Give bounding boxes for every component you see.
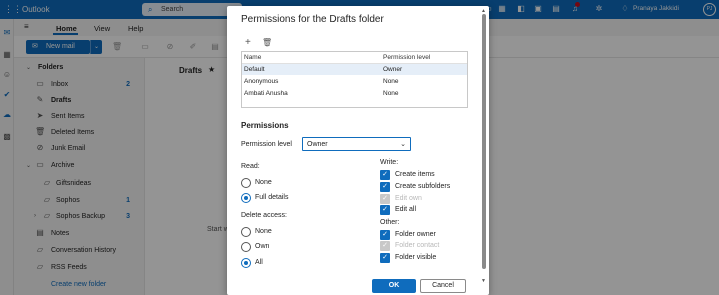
- read-full-details-radio[interactable]: [241, 193, 251, 203]
- read-none-label: None: [255, 179, 272, 186]
- row-level: None: [383, 90, 399, 97]
- table-row[interactable]: Default Owner: [242, 64, 467, 75]
- scroll-down-icon[interactable]: ▼: [481, 278, 486, 284]
- column-header-name: Name: [244, 54, 262, 61]
- edit-all-checkbox[interactable]: ✓: [380, 205, 390, 215]
- ok-button[interactable]: OK: [372, 279, 416, 293]
- create-subfolders-label: Create subfolders: [395, 183, 451, 190]
- delete-all-radio[interactable]: [241, 258, 251, 268]
- delete-none-radio[interactable]: [241, 227, 251, 237]
- folder-visible-label: Folder visible: [395, 254, 437, 261]
- read-full-details-label: Full details: [255, 194, 289, 201]
- other-label: Other:: [380, 219, 400, 226]
- delete-own-label: Own: [255, 243, 270, 250]
- permissions-table: Name Permission level Default Owner Anon…: [241, 51, 468, 108]
- row-name: Default: [244, 66, 265, 73]
- read-none-radio[interactable]: [241, 178, 251, 188]
- table-row[interactable]: Ambati Anusha None: [242, 88, 467, 99]
- permissions-heading: Permissions: [241, 121, 289, 130]
- permissions-dialog: Permissions for the Drafts folder ▲ ▼ + …: [227, 6, 489, 295]
- create-items-label: Create items: [395, 171, 435, 178]
- row-name: Anonymous: [244, 78, 279, 85]
- delete-all-label: All: [255, 259, 263, 266]
- folder-owner-label: Folder owner: [395, 231, 436, 238]
- write-label: Write:: [380, 159, 399, 166]
- row-level: Owner: [383, 66, 403, 73]
- column-header-permission-level: Permission level: [383, 54, 431, 61]
- permission-level-label: Permission level: [241, 141, 292, 148]
- table-row[interactable]: Anonymous None: [242, 76, 467, 87]
- delete-own-radio[interactable]: [241, 242, 251, 252]
- edit-own-label: Edit own: [395, 195, 422, 202]
- trash-icon[interactable]: 🗑: [262, 38, 272, 47]
- edit-own-checkbox: ✓: [380, 194, 390, 204]
- add-user-icon[interactable]: +: [245, 37, 251, 48]
- folder-contact-label: Folder contact: [395, 242, 440, 249]
- cancel-button[interactable]: Cancel: [420, 279, 466, 293]
- chevron-down-icon: ⌄: [400, 141, 406, 148]
- read-label: Read:: [241, 163, 260, 170]
- create-items-checkbox[interactable]: ✓: [380, 170, 390, 180]
- folder-owner-checkbox[interactable]: ✓: [380, 230, 390, 240]
- delete-access-label: Delete access:: [241, 212, 287, 219]
- create-subfolders-checkbox[interactable]: ✓: [380, 182, 390, 192]
- row-name: Ambati Anusha: [244, 90, 288, 97]
- permission-level-select[interactable]: Owner ⌄: [302, 137, 411, 151]
- folder-contact-checkbox: ✓: [380, 241, 390, 251]
- dialog-scrollbar[interactable]: [482, 14, 486, 269]
- row-level: None: [383, 78, 399, 85]
- edit-all-label: Edit all: [395, 206, 417, 213]
- permission-level-value: Owner: [307, 141, 328, 148]
- folder-visible-checkbox[interactable]: ✓: [380, 253, 390, 263]
- delete-none-label: None: [255, 228, 272, 235]
- dialog-title: Permissions for the Drafts folder: [241, 14, 384, 25]
